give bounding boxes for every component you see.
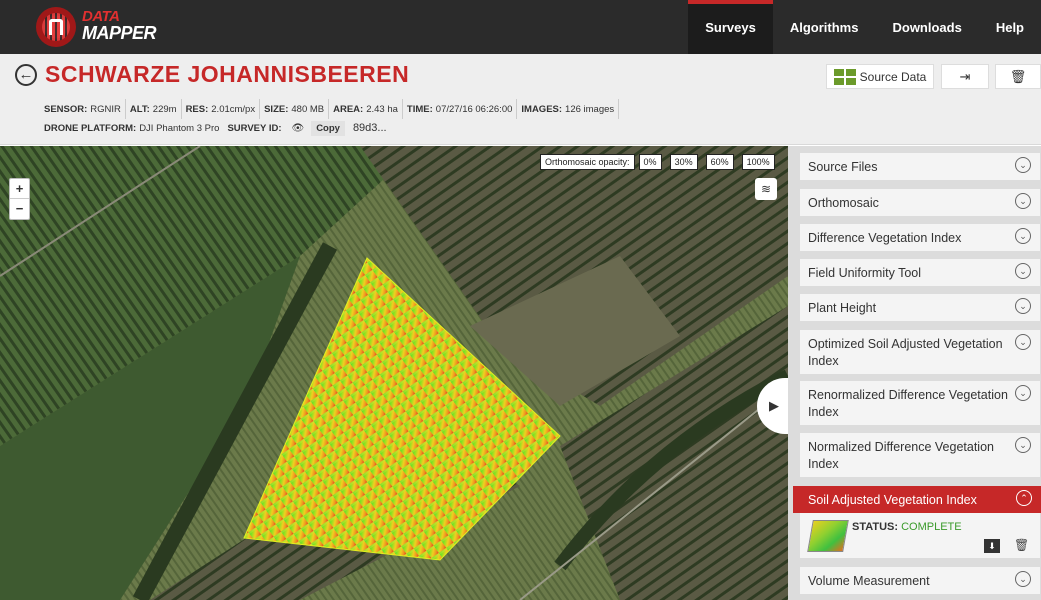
nav-help[interactable]: Help: [979, 0, 1041, 54]
datamapper-logo-icon[interactable]: [36, 7, 76, 47]
time-label: TIME:: [406, 103, 433, 115]
res-label: RES:: [185, 103, 209, 115]
divider: [328, 99, 330, 119]
copy-button[interactable]: Copy: [311, 120, 345, 136]
opacity-30-button[interactable]: 30%: [669, 154, 698, 170]
grid-icon: [833, 68, 856, 85]
time-value: 07/27/16 06:26:00: [435, 103, 513, 115]
sidebar-item-label: Field Uniformity Tool: [808, 266, 922, 280]
sidebar-item-label: Orthomosaic: [808, 196, 879, 210]
divider: [259, 99, 261, 119]
logo-wordmark[interactable]: DATA MAPPER: [82, 9, 157, 43]
status-text: STATUS: COMPLETE: [852, 521, 962, 533]
sidebar-item-savi[interactable]: Soil Adjusted Vegetation Index ⌃: [793, 486, 1041, 513]
nav-surveys[interactable]: Surveys: [688, 0, 773, 54]
alt-label: ALT:: [129, 103, 150, 115]
top-navigation-bar: DATA MAPPER Surveys Algorithms Downloads…: [0, 0, 1041, 54]
area-value: 2.43 ha: [366, 103, 398, 115]
chevron-down-icon: ⌄: [1015, 157, 1031, 173]
zoom-control: + −: [9, 178, 30, 220]
nav-downloads[interactable]: Downloads: [875, 0, 978, 54]
sidebar-item-label: Source Files: [808, 160, 878, 174]
map-view[interactable]: + − Orthomosaic opacity: 0% 30% 60% 100%…: [0, 146, 788, 600]
opacity-label: Orthomosaic opacity:: [540, 154, 635, 170]
page-title: SCHWARZE JOHANNISBEEREN: [45, 61, 410, 87]
divider: [516, 99, 518, 119]
opacity-0-button[interactable]: 0%: [638, 154, 662, 170]
source-data-button[interactable]: Source Data: [826, 64, 934, 89]
trash-icon: 🗑: [1009, 68, 1027, 84]
sidebar-item-osavi[interactable]: Optimized Soil Adjusted Vegetation Index…: [800, 330, 1040, 374]
savi-thumbnail[interactable]: [807, 520, 849, 552]
images-label: IMAGES:: [521, 103, 563, 115]
opacity-100-button[interactable]: 100%: [741, 154, 775, 170]
delete-survey-button[interactable]: 🗑: [995, 64, 1041, 89]
chevron-down-icon: ⌄: [1015, 193, 1031, 209]
sidebar-item-label: Soil Adjusted Vegetation Index: [808, 493, 977, 507]
res-value: 2.01cm/px: [211, 103, 256, 115]
logo-line-2: MAPPER: [82, 23, 157, 43]
sidebar-item-volume-measurement[interactable]: Volume Measurement ⌄: [800, 567, 1040, 594]
divider: [401, 99, 403, 119]
chevron-down-icon: ⌄: [1015, 334, 1031, 350]
source-data-label: Source Data: [859, 69, 927, 84]
divider: [180, 99, 182, 119]
sidebar-item-label: Volume Measurement: [808, 574, 930, 588]
sidebar-item-label: Normalized Difference Vegetation Index: [808, 440, 994, 471]
satellite-imagery: [0, 146, 788, 600]
sidebar-item-plant-height[interactable]: Plant Height ⌄: [800, 294, 1040, 321]
survey-id-value: 89d3...: [352, 122, 387, 134]
nav-algorithms[interactable]: Algorithms: [773, 0, 876, 54]
survey-header: ← SCHWARZE JOHANNISBEEREN SENSOR: RGNIR …: [0, 54, 1041, 145]
chevron-down-icon: ⌄: [1015, 437, 1031, 453]
sensor-label: SENSOR:: [44, 103, 88, 115]
sidebar-item-label: Optimized Soil Adjusted Vegetation Index: [808, 337, 1003, 368]
download-icon[interactable]: ⬇: [984, 539, 1000, 553]
zoom-out-button[interactable]: −: [10, 199, 29, 219]
sidebar-item-orthomosaic[interactable]: Orthomosaic ⌄: [800, 189, 1040, 216]
layers-icon[interactable]: ≋: [755, 178, 777, 200]
sidebar-item-rdvi[interactable]: Renormalized Difference Vegetation Index…: [800, 381, 1040, 425]
chevron-down-icon: ⌄: [1015, 571, 1031, 587]
chevron-down-icon: ⌄: [1015, 385, 1031, 401]
trash-icon[interactable]: 🗑: [1014, 538, 1029, 552]
chevron-up-icon: ⌃: [1016, 490, 1032, 506]
survey-meta-row-1: SENSOR: RGNIR ALT: 229m RES: 2.01cm/px S…: [40, 99, 620, 119]
opacity-60-button[interactable]: 60%: [705, 154, 734, 170]
chevron-down-icon: ⌄: [1015, 298, 1031, 314]
survey-id-label: SURVEY ID:: [227, 122, 282, 134]
chevron-down-icon: ⌄: [1015, 263, 1031, 279]
sidebar-item-label: Plant Height: [808, 301, 877, 315]
sidebar-item-label: Difference Vegetation Index: [808, 231, 962, 245]
main-nav: Surveys Algorithms Downloads Help: [688, 0, 1041, 54]
status-value: COMPLETE: [901, 521, 962, 533]
alt-value: 229m: [152, 103, 177, 115]
export-icon: ⇥: [959, 68, 971, 84]
sidebar-item-dvi[interactable]: Difference Vegetation Index ⌄: [800, 224, 1040, 251]
survey-meta-row-2: DRONE PLATFORM: DJI Phantom 3 Pro SURVEY…: [40, 120, 387, 136]
area-label: AREA:: [333, 103, 364, 115]
sidebar-item-label: Renormalized Difference Vegetation Index: [808, 388, 1008, 419]
status-label: STATUS:: [852, 521, 899, 533]
platform-label: DRONE PLATFORM:: [44, 122, 137, 134]
export-button[interactable]: ⇥: [941, 64, 989, 89]
sidebar-item-ndvi[interactable]: Normalized Difference Vegetation Index ⌄: [800, 433, 1040, 477]
back-arrow-icon[interactable]: ←: [15, 64, 37, 86]
opacity-control: Orthomosaic opacity: 0% 30% 60% 100%: [540, 154, 783, 170]
platform-value: DJI Phantom 3 Pro: [139, 122, 220, 134]
eye-icon[interactable]: 👁: [291, 123, 304, 134]
sidebar-item-source-files[interactable]: Source Files ⌄: [800, 153, 1040, 180]
zoom-in-button[interactable]: +: [10, 179, 29, 199]
savi-status-panel: STATUS: COMPLETE ⬇ 🗑: [800, 513, 1040, 558]
divider: [618, 99, 620, 119]
images-value: 126 images: [565, 103, 615, 115]
chevron-down-icon: ⌄: [1015, 228, 1031, 244]
divider: [124, 99, 126, 119]
size-label: SIZE:: [264, 103, 289, 115]
size-value: 480 MB: [291, 103, 325, 115]
sensor-value: RGNIR: [90, 103, 121, 115]
sidebar-item-field-uniformity[interactable]: Field Uniformity Tool ⌄: [800, 259, 1040, 286]
